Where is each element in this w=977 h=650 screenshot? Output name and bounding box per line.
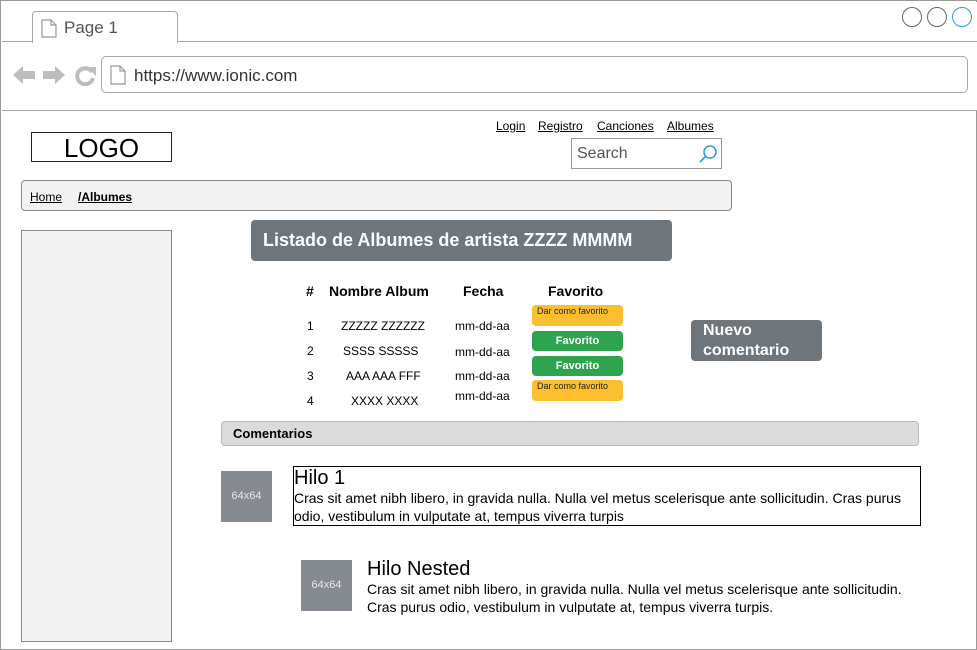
tab-title: Page 1	[64, 18, 118, 37]
row-3-album-name: AAA AAA FFF	[346, 369, 421, 383]
search-icon[interactable]	[698, 144, 718, 164]
row-3-favorite-badge[interactable]: Favorito	[532, 356, 623, 376]
thread-1-box: Hilo 1 Cras sit amet nibh libero, in gra…	[293, 466, 921, 526]
site-logo[interactable]: LOGO	[31, 132, 172, 163]
new-comment-button[interactable]: Nuevo comentario	[691, 320, 822, 361]
row-1-date: mm-dd-aa	[455, 319, 510, 333]
tab-page-1[interactable]: Page 1	[32, 11, 178, 43]
row-1-favorite-button[interactable]: Dar como favorito	[532, 305, 623, 326]
row-4-number: 4	[307, 394, 314, 408]
row-4-album-name: XXXX XXXX	[351, 394, 419, 408]
nav-link-login[interactable]: Login	[496, 119, 525, 133]
thread-2-avatar: 64x64	[301, 560, 352, 611]
row-2-date: mm-dd-aa	[455, 345, 510, 359]
address-bar[interactable]: https://www.ionic.com	[101, 56, 968, 93]
document-icon	[41, 19, 57, 38]
col-header-date: Fecha	[463, 283, 504, 299]
sidebar-panel	[21, 230, 172, 642]
col-header-favorite: Favorito	[548, 283, 604, 299]
thread-1-title: Hilo 1	[294, 467, 346, 489]
row-2-album-name: SSSS SSSSS	[343, 344, 419, 358]
thread-2-text: Cras sit amet nibh libero, in gravida nu…	[367, 581, 902, 615]
thread-2-title: Hilo Nested	[367, 558, 471, 580]
nav-link-canciones[interactable]: Canciones	[597, 119, 654, 133]
thread-2-box: Hilo Nested Cras sit amet nibh libero, i…	[367, 558, 927, 616]
search-placeholder: Search	[577, 145, 628, 162]
breadcrumb: Home /Albumes	[21, 180, 732, 211]
row-4-favorite-button[interactable]: Dar como favorito	[532, 380, 623, 401]
row-3-date: mm-dd-aa	[455, 369, 510, 383]
minimize-button[interactable]	[902, 7, 922, 27]
page-title: Listado de Albumes de artista ZZZZ MMMM	[251, 220, 672, 261]
nav-link-albumes[interactable]: Albumes	[667, 119, 714, 133]
breadcrumb-current[interactable]: /Albumes	[78, 190, 132, 204]
reload-icon[interactable]	[73, 64, 97, 86]
comments-section-header: Comentarios	[221, 421, 919, 446]
maximize-button[interactable]	[927, 7, 947, 27]
thread-1-avatar: 64x64	[221, 471, 272, 522]
thread-1-text: Cras sit amet nibh libero, in gravida nu…	[294, 490, 901, 524]
url-text: https://www.ionic.com	[134, 66, 298, 85]
back-arrow-icon[interactable]	[12, 64, 36, 86]
browser-window: Page 1 https://www.ionic.com LOGO Login …	[0, 0, 977, 650]
row-3-number: 3	[307, 369, 314, 383]
row-2-number: 2	[307, 344, 314, 358]
forward-arrow-icon[interactable]	[42, 64, 66, 86]
search-input[interactable]: Search	[571, 138, 722, 169]
row-1-number: 1	[307, 319, 314, 333]
browser-chrome: Page 1 https://www.ionic.com	[2, 2, 977, 111]
close-button[interactable]	[952, 7, 972, 27]
col-header-album-name: Nombre Album	[329, 283, 429, 299]
col-header-number: #	[306, 283, 314, 299]
nav-link-registro[interactable]: Registro	[538, 119, 583, 133]
row-2-favorite-badge[interactable]: Favorito	[532, 331, 623, 351]
row-4-date: mm-dd-aa	[455, 389, 510, 403]
row-1-album-name: ZZZZZ ZZZZZZ	[341, 319, 425, 333]
page-icon	[110, 65, 126, 85]
breadcrumb-home[interactable]: Home	[30, 190, 62, 204]
